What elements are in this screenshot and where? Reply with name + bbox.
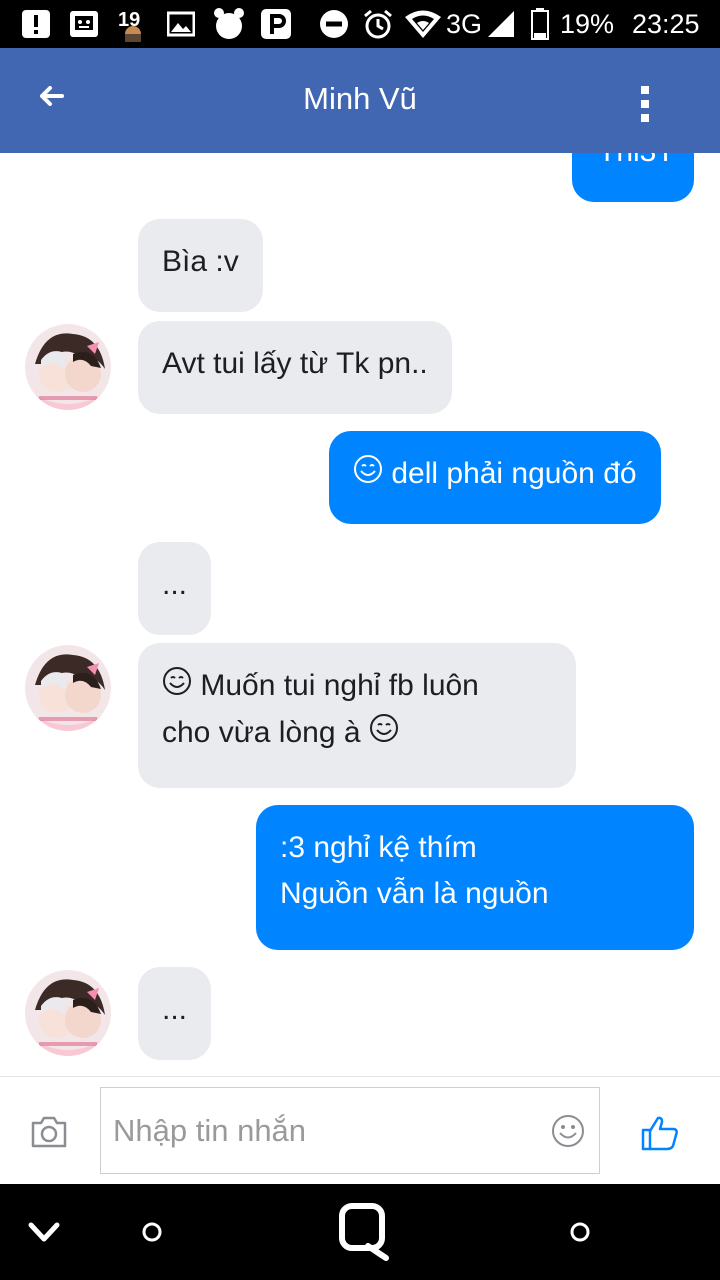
status-temp: 19	[118, 9, 141, 31]
message-text: :3 nghỉ kệ thím	[280, 831, 477, 864]
message-bubble-incoming[interactable]: Bìa :v	[138, 219, 263, 312]
do-not-disturb-icon	[318, 8, 350, 40]
battery-icon	[530, 8, 550, 40]
message-text: Nguồn vẫn là nguồn	[280, 877, 549, 910]
smile-emoji-icon	[353, 452, 383, 498]
wifi-icon	[404, 8, 442, 40]
signal-icon	[486, 8, 516, 40]
message-input-box[interactable]	[100, 1087, 600, 1174]
p-app-icon	[260, 8, 292, 40]
more-vert-icon[interactable]	[630, 84, 660, 124]
status-bar: 19 3G 19% 23:25	[0, 0, 720, 48]
smile-emoji-icon	[162, 664, 192, 710]
message-list[interactable]: Thi3T Bìa :v Avt tui lấy từ Tk pn.. dell…	[0, 153, 720, 1076]
alarm-app-icon	[212, 8, 246, 40]
battery-percent: 19%	[560, 9, 615, 39]
avatar[interactable]	[25, 645, 111, 731]
message-composer	[0, 1076, 720, 1184]
chevron-down-icon[interactable]	[24, 1212, 64, 1252]
home-icon[interactable]	[338, 1202, 392, 1262]
message-bubble-outgoing[interactable]: Thi3T	[572, 153, 694, 202]
clock: 23:25	[632, 9, 700, 39]
message-text: ...	[162, 993, 188, 1026]
message-bubble-incoming[interactable]: Muốn tui nghỉ fb luôn cho vừa lòng à	[138, 643, 576, 788]
alarm-icon	[362, 8, 394, 40]
message-bubble-outgoing[interactable]: dell phải nguồn đó	[329, 431, 661, 524]
back-circle-icon[interactable]	[138, 1218, 166, 1246]
camera-icon[interactable]	[30, 1115, 68, 1149]
avatar[interactable]	[25, 970, 111, 1056]
message-bubble-outgoing[interactable]: :3 nghỉ kệ thím Nguồn vẫn là nguồn	[256, 805, 694, 950]
message-text: Thi3T	[598, 153, 675, 175]
image-icon	[166, 8, 196, 40]
message-text: Avt tui lấy từ Tk pn..	[162, 347, 428, 380]
message-text: cho vừa lòng à	[162, 716, 361, 750]
message-text: dell phải nguồn đó	[391, 457, 637, 490]
contact-name[interactable]: Minh Vũ	[0, 81, 720, 117]
message-text: Muốn tui nghỉ fb luôn	[200, 669, 479, 702]
system-nav-bar	[0, 1184, 720, 1280]
message-text: ...	[162, 568, 188, 601]
message-input[interactable]	[113, 1088, 543, 1173]
network-type: 3G	[446, 9, 483, 39]
conversation-header: Minh Vũ	[0, 48, 720, 153]
emoji-picker-icon[interactable]	[551, 1114, 585, 1148]
message-bubble-incoming[interactable]: Avt tui lấy từ Tk pn..	[138, 321, 452, 414]
smile-emoji-icon	[369, 711, 399, 757]
message-bubble-incoming[interactable]: ...	[138, 542, 212, 635]
message-text: Bìa :v	[162, 245, 239, 278]
avatar[interactable]	[25, 324, 111, 410]
recents-circle-icon[interactable]	[566, 1218, 594, 1246]
message-bubble-incoming[interactable]: ...	[138, 967, 212, 1060]
thumbs-up-icon[interactable]	[640, 1113, 680, 1153]
alert-icon	[20, 8, 52, 40]
tablet-icon	[68, 8, 100, 40]
